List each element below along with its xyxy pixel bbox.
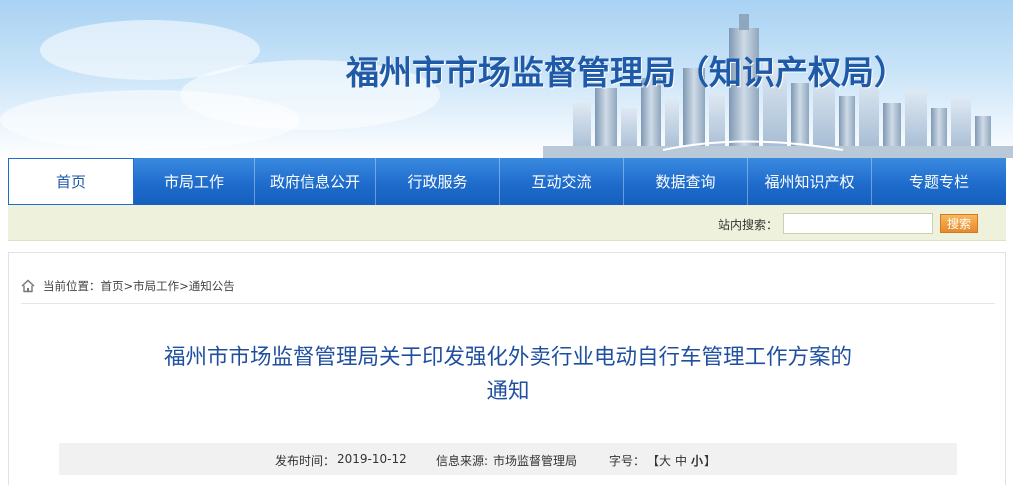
article-title-line2: 通知 xyxy=(486,379,530,404)
nav-item-special-topics[interactable]: 专题专栏 xyxy=(872,158,1006,205)
article-title: 福州市市场监督管理局关于印发强化外卖行业电动自行车管理工作方案的 通知 xyxy=(69,341,947,409)
breadcrumb-bureau-work[interactable]: 市局工作 xyxy=(133,278,179,294)
breadcrumb-home[interactable]: 首页 xyxy=(101,278,124,294)
fontsize-large-link[interactable]: 大 xyxy=(659,452,671,469)
nav-item-data-query[interactable]: 数据查询 xyxy=(624,158,748,205)
main-nav: 首页 市局工作 政府信息公开 行政服务 互动交流 数据查询 福州知识产权 专题专… xyxy=(8,158,1006,205)
cloud-decoration xyxy=(0,90,300,150)
nav-item-admin-services[interactable]: 行政服务 xyxy=(376,158,500,205)
search-input[interactable] xyxy=(783,213,933,234)
breadcrumb-separator: > xyxy=(179,279,189,293)
source-value: 市场监督管理局 xyxy=(493,454,578,468)
fontsize-bracket-open: 【 xyxy=(647,454,660,468)
breadcrumb-prefix: 当前位置： xyxy=(43,279,101,293)
content-panel: 当前位置： 首页 > 市局工作 > 通知公告 福州市市场监督管理局关于印发强化外… xyxy=(8,252,1006,485)
breadcrumb: 当前位置： 首页 > 市局工作 > 通知公告 xyxy=(21,277,235,295)
header-banner: 福州市市场监督管理局（知识产权局） xyxy=(0,0,1013,158)
search-label: 站内搜索： xyxy=(718,218,779,232)
article-meta-bar: 发布时间： 2019-10-12 信息来源: 市场监督管理局 字号： 【 大 中… xyxy=(59,443,957,475)
source-label: 信息来源: xyxy=(436,454,489,468)
site-title: 福州市市场监督管理局（知识产权局） xyxy=(346,53,907,92)
nav-item-ip[interactable]: 福州知识产权 xyxy=(748,158,872,205)
fontsize-label: 字号： xyxy=(609,454,646,468)
search-button[interactable]: 搜索 xyxy=(940,214,978,233)
search-bar: 站内搜索： 搜索 xyxy=(8,205,1006,241)
publish-label: 发布时间： xyxy=(275,454,336,468)
fontsize-small-link[interactable]: 小 xyxy=(691,452,703,469)
nav-item-bureau-work[interactable]: 市局工作 xyxy=(134,158,255,205)
divider xyxy=(21,303,995,304)
article-title-line1: 福州市市场监督管理局关于印发强化外卖行业电动自行车管理工作方案的 xyxy=(163,345,852,370)
home-icon xyxy=(21,279,35,293)
nav-item-home[interactable]: 首页 xyxy=(8,158,134,205)
breadcrumb-separator: > xyxy=(123,279,134,293)
nav-item-interaction[interactable]: 互动交流 xyxy=(500,158,624,205)
breadcrumb-notices[interactable]: 通知公告 xyxy=(189,278,235,294)
fontsize-medium-link[interactable]: 中 xyxy=(675,452,687,469)
nav-item-gov-info[interactable]: 政府信息公开 xyxy=(255,158,376,205)
fontsize-bracket-close: 】 xyxy=(704,454,717,468)
publish-date: 2019-10-12 xyxy=(337,452,407,466)
